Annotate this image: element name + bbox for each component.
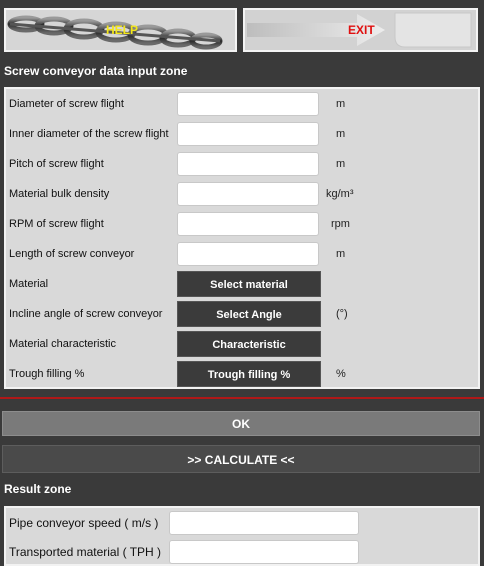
row-label: Trough filling %	[9, 368, 85, 380]
row-unit: rpm	[331, 218, 350, 230]
conveyor-speed-output[interactable]	[169, 511, 359, 535]
row-label: Material	[9, 278, 49, 290]
length-input[interactable]	[177, 242, 319, 266]
row-unit: %	[336, 368, 346, 380]
row-trough-filling: Trough filling % Trough filling % %	[6, 359, 478, 389]
row-bulk-density: Material bulk density kg/m³	[6, 179, 478, 209]
separator-line	[0, 397, 484, 399]
calculate-button[interactable]: >> CALCULATE <<	[2, 445, 480, 473]
row-label: Length of screw conveyor	[9, 248, 135, 260]
row-unit: (°)	[336, 308, 348, 320]
row-diameter: Diameter of screw flight m	[6, 89, 478, 119]
select-angle-button[interactable]: Select Angle	[177, 301, 321, 327]
row-unit: m	[336, 98, 346, 110]
bulk-density-input[interactable]	[177, 182, 319, 206]
row-inner-diameter: Inner diameter of the screw flight m	[6, 119, 478, 149]
row-label: Pitch of screw flight	[9, 158, 104, 170]
input-zone-title: Screw conveyor data input zone	[4, 64, 188, 78]
result-zone-title: Result zone	[4, 482, 72, 496]
rpm-input[interactable]	[177, 212, 319, 236]
row-label: RPM of screw flight	[9, 218, 104, 230]
row-label: Material characteristic	[9, 338, 116, 350]
row-label: Incline angle of screw conveyor	[9, 308, 163, 320]
row-length: Length of screw conveyor m	[6, 239, 478, 269]
result-zone-panel: Pipe conveyor speed ( m/s ) Transported …	[4, 506, 480, 566]
row-unit: kg/m³	[326, 188, 354, 200]
result-label: Transported material ( TPH )	[9, 545, 162, 559]
help-label: HELP	[106, 23, 139, 37]
diameter-input[interactable]	[177, 92, 319, 116]
pitch-input[interactable]	[177, 152, 319, 176]
inner-diameter-input[interactable]	[177, 122, 319, 146]
select-material-button[interactable]: Select material	[177, 271, 321, 297]
ok-button[interactable]: OK	[2, 411, 480, 436]
row-label: Inner diameter of the screw flight	[9, 128, 169, 140]
row-characteristic: Material characteristic Characteristic	[6, 329, 478, 359]
row-unit: m	[336, 158, 346, 170]
row-unit: m	[336, 128, 346, 140]
row-material: Material Select material	[6, 269, 478, 299]
row-unit: m	[336, 248, 346, 260]
characteristic-button[interactable]: Characteristic	[177, 331, 321, 357]
row-pitch: Pitch of screw flight m	[6, 149, 478, 179]
top-bar	[0, 0, 484, 6]
input-zone-panel: Diameter of screw flight m Inner diamete…	[4, 87, 480, 389]
exit-button[interactable]: EXIT	[243, 8, 478, 52]
trough-filling-button[interactable]: Trough filling %	[177, 361, 321, 387]
row-rpm: RPM of screw flight rpm	[6, 209, 478, 239]
transported-material-output[interactable]	[169, 540, 359, 564]
row-incline-angle: Incline angle of screw conveyor Select A…	[6, 299, 478, 329]
row-label: Material bulk density	[9, 188, 110, 200]
result-label: Pipe conveyor speed ( m/s )	[9, 516, 159, 530]
help-button[interactable]: HELP	[4, 8, 237, 52]
row-label: Diameter of screw flight	[9, 98, 124, 110]
exit-label: EXIT	[348, 23, 375, 37]
